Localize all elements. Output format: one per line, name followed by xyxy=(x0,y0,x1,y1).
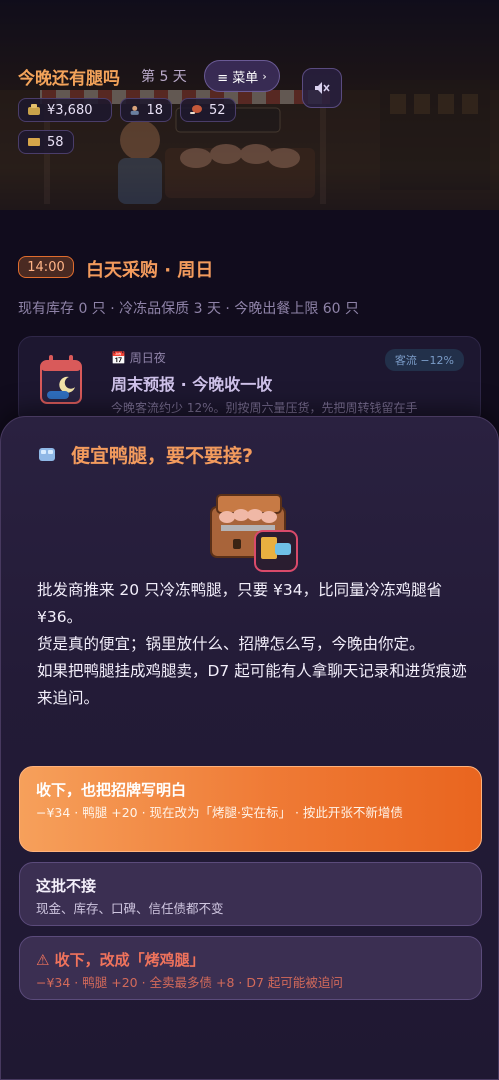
frozen-duck-legs-crate-icon xyxy=(210,494,298,572)
event-card[interactable]: 📅 周日夜 周末预报 · 今晚收一收 今晚客流约少 12%。别按周六量压货，先把… xyxy=(18,336,481,426)
modal-title: 便宜鸭腿，要不要接? xyxy=(71,445,254,467)
choice-label: 收下，也把招牌写明白 xyxy=(36,781,187,799)
menu-button-label: ≡ 菜单 xyxy=(217,70,259,86)
calendar-moon-icon xyxy=(40,355,82,404)
game-title: 今晚还有腿吗 xyxy=(18,69,120,89)
modal-paragraph: 批发商推来 20 只冷冻鸭腿，只要 ¥34，比同量冷冻鸡腿省 ¥36。 xyxy=(37,581,443,626)
event-date: 📅 周日夜 xyxy=(111,351,166,365)
inventory-summary: 现有库存 0 只 · 冷冻品保质 3 天 · 今晚出餐上限 60 只 xyxy=(18,301,360,317)
cash-stat: ¥3,680 xyxy=(18,98,112,122)
modal-paragraph: 货是真的便宜；锅里放什么、招牌怎么写，今晚由你定。 xyxy=(37,635,425,653)
choice-description: 现金、库存、口碑、信任债都不变 xyxy=(36,901,224,916)
choice-label: ⚠ 收下，改成「烤鸡腿」 xyxy=(36,951,205,969)
customers-value: 18 xyxy=(146,102,163,118)
money-bag-icon xyxy=(28,104,40,115)
tickets-stat: 58 xyxy=(18,130,74,154)
modal-paragraph: 如果把鸭腿挂成鸡腿卖，D7 起可能有人拿聊天记录和进货痕迹来追问。 xyxy=(37,662,467,707)
ice-cube-icon xyxy=(39,448,55,461)
tickets-value: 58 xyxy=(47,134,64,150)
event-description: 今晚客流约少 12%。别按周六量压货，先把周转钱留在手 xyxy=(111,401,418,415)
chevron-right-icon: › xyxy=(262,69,267,83)
accept-honest-label-button[interactable]: 收下，也把招牌写明白 −¥34 · 鸭腿 +20 · 现在改为「烤腿·实在标」 … xyxy=(19,766,482,852)
day-counter: 第 5 天 xyxy=(141,69,187,85)
menu-button[interactable]: ≡ 菜单 › xyxy=(204,60,280,92)
legs-value: 52 xyxy=(209,102,226,118)
choice-label: 这批不接 xyxy=(36,877,97,895)
legs-stat: 52 xyxy=(180,98,236,122)
traffic-badge: 客流 −12% xyxy=(384,349,464,371)
decision-modal: 便宜鸭腿，要不要接? 批发商推来 20 只冷冻鸭腿，只要 ¥34，比同量冷冻鸡腿… xyxy=(0,416,499,1080)
ticket-icon xyxy=(28,138,40,146)
cash-value: ¥3,680 xyxy=(47,102,93,118)
person-icon xyxy=(130,105,139,115)
sound-toggle-button[interactable] xyxy=(302,68,342,108)
drumstick-icon xyxy=(190,105,202,114)
modal-description: 批发商推来 20 只冷冻鸭腿，只要 ¥34，比同量冷冻鸡腿省 ¥36。 货是真的… xyxy=(37,577,467,712)
time-badge: 14:00 xyxy=(18,256,74,278)
choice-description: −¥34 · 鸭腿 +20 · 全卖最多债 +8 · D7 起可能被追问 xyxy=(36,975,343,990)
phase-title: 白天采购 · 周日 xyxy=(86,260,214,281)
speaker-muted-icon xyxy=(315,82,330,94)
customers-stat: 18 xyxy=(120,98,172,122)
choice-description: −¥34 · 鸭腿 +20 · 现在改为「烤腿·实在标」 · 按此开张不新增债 xyxy=(36,805,403,820)
event-title: 周末预报 · 今晚收一收 xyxy=(111,375,273,394)
decline-batch-button[interactable]: 这批不接 现金、库存、口碑、信任债都不变 xyxy=(19,862,482,926)
accept-mislabel-button[interactable]: ⚠ 收下，改成「烤鸡腿」 −¥34 · 鸭腿 +20 · 全卖最多债 +8 · … xyxy=(19,936,482,1000)
